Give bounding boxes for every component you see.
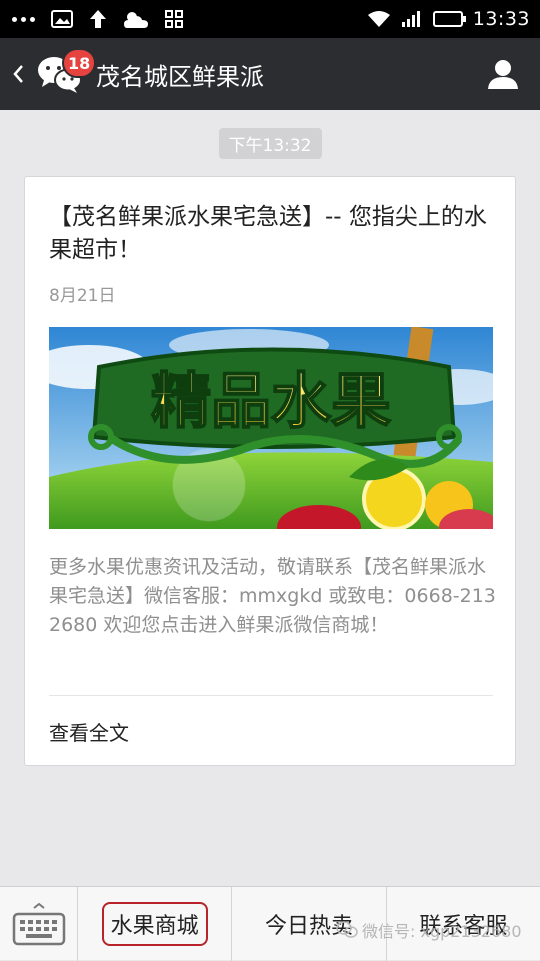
- status-bar: 13:33: [0, 0, 540, 38]
- chat-header: 18 茂名城区鲜果派: [0, 38, 540, 110]
- profile-button[interactable]: [466, 38, 540, 110]
- more-dots-icon: [12, 16, 35, 22]
- grid-icon: [165, 10, 183, 28]
- status-time: 13:33: [472, 8, 530, 30]
- article-title: 【茂名鲜果派水果宅急送】-- 您指尖上的水果超市！: [49, 204, 487, 263]
- menu-fruit-mall-button[interactable]: 水果商城: [78, 887, 233, 961]
- timestamp-row: 下午13:32: [0, 128, 540, 159]
- keyboard-icon: [12, 902, 65, 946]
- person-icon: [488, 60, 518, 89]
- cover-headline: 精品水果: [151, 367, 391, 437]
- watermark: 微信号: xgp2132680: [336, 918, 522, 942]
- page-title: 茂名城区鲜果派: [96, 62, 264, 91]
- message-timestamp: 下午13:32: [218, 128, 322, 159]
- article-date: 8月21日: [49, 286, 116, 306]
- menu-item-label: 水果商城: [101, 902, 208, 946]
- article-cover-image: 精品水果: [49, 327, 493, 529]
- wechat-chats-button[interactable]: 18: [36, 38, 97, 110]
- card-divider: [49, 695, 493, 696]
- chevron-left-icon: [13, 65, 23, 83]
- weather-cloud-icon: [124, 12, 148, 28]
- back-button[interactable]: [0, 38, 36, 110]
- unread-badge: 18: [62, 48, 97, 78]
- read-more-link[interactable]: 查看全文: [49, 717, 129, 746]
- wechat-logo-icon: [336, 921, 358, 938]
- article-description: 更多水果优惠资讯及活动，敬请联系【茂名鲜果派水果宅急送】微信客服：mmxgkd …: [49, 556, 496, 636]
- wifi-icon: [367, 11, 390, 27]
- signal-icon: [401, 11, 420, 27]
- image-icon: [51, 10, 73, 28]
- article-card[interactable]: 【茂名鲜果派水果宅急送】-- 您指尖上的水果超市！ 8月21日 精品水果 更多水…: [24, 176, 516, 766]
- upload-arrow-icon: [90, 10, 106, 28]
- watermark-text: 微信号: xgp2132680: [362, 922, 522, 941]
- keyboard-toggle-button[interactable]: [0, 887, 78, 961]
- battery-icon: [432, 11, 466, 27]
